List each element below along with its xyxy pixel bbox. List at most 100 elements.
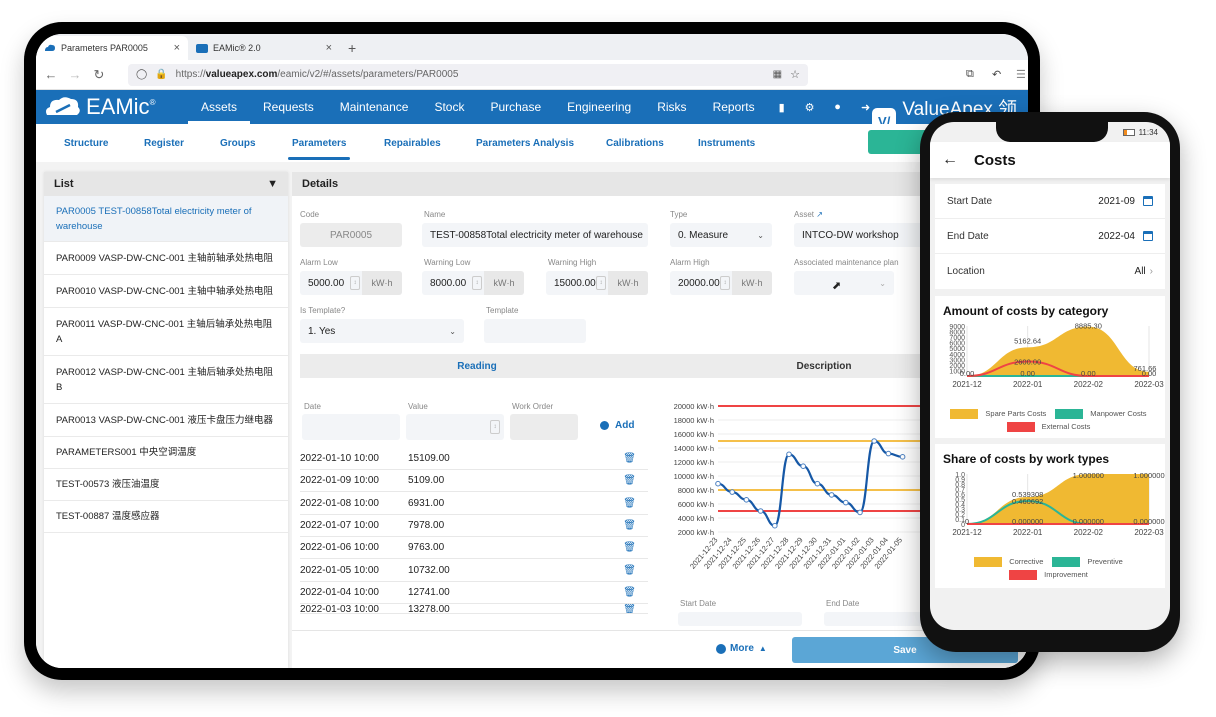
data-point[interactable] xyxy=(787,452,792,457)
browser-tab-parameters[interactable]: Parameters PAR0005 × xyxy=(36,36,188,60)
end-date-row[interactable]: End Date2022-04 xyxy=(935,219,1165,254)
list-item[interactable]: PAR0009 VASP-DW-CNC-001 主轴前轴承处热电阻 xyxy=(44,242,288,275)
start-date-row[interactable]: Start Date2021-09 xyxy=(935,184,1165,219)
trash-icon[interactable]: 🗑 xyxy=(623,542,636,553)
location-row[interactable]: LocationAll› xyxy=(935,254,1165,289)
nav-assets[interactable]: Assets xyxy=(188,90,250,124)
filter-icon[interactable]: ▼ xyxy=(267,178,278,190)
subnav-repairables[interactable]: Repairables xyxy=(384,124,441,162)
back-arrow-icon[interactable]: ← xyxy=(942,151,958,169)
add-reading-button[interactable]: Add xyxy=(600,420,634,431)
gear-icon[interactable]: ⚙ xyxy=(796,101,824,114)
user-icon[interactable]: ● xyxy=(824,101,852,113)
data-point[interactable] xyxy=(872,439,877,444)
bookmark-star-icon[interactable]: ☆ xyxy=(790,68,800,81)
external-link-icon[interactable]: ↗ xyxy=(816,210,823,219)
legend-item[interactable]: Improvement xyxy=(1009,569,1091,580)
warning-high-input[interactable]: 15000.00↕kW·h xyxy=(546,271,648,295)
data-point[interactable] xyxy=(773,523,778,528)
reading-value-input[interactable]: ↕ xyxy=(406,414,504,440)
nav-engineering[interactable]: Engineering xyxy=(554,90,644,124)
data-point[interactable] xyxy=(815,481,820,486)
plan-select[interactable]: ⌄⬈ xyxy=(794,271,894,295)
legend-item[interactable]: Spare Parts Costs xyxy=(950,408,1049,419)
template-field[interactable] xyxy=(484,319,586,343)
list-item[interactable]: PAR0012 VASP-DW-CNC-001 主轴后轴承处热电阻 B xyxy=(44,356,288,404)
browser-tab-eamic[interactable]: EAMic® 2.0 × xyxy=(188,36,340,60)
trash-icon[interactable]: 🗑 xyxy=(623,565,636,576)
forward-icon[interactable]: → xyxy=(66,67,84,82)
trash-icon[interactable]: 🗑 xyxy=(623,475,636,486)
tab-reading[interactable]: Reading xyxy=(300,354,654,378)
data-point[interactable] xyxy=(730,490,735,495)
data-point[interactable] xyxy=(801,464,806,469)
data-point[interactable] xyxy=(844,500,849,505)
legend-item[interactable]: Corrective xyxy=(974,556,1046,567)
list-item[interactable]: PAR0013 VASP-DW-CNC-001 液压卡盘压力继电器 xyxy=(44,404,288,437)
subnav-structure[interactable]: Structure xyxy=(64,124,108,162)
data-point[interactable] xyxy=(758,509,763,514)
list-item[interactable]: PAR0005 TEST-00858Total electricity mete… xyxy=(44,196,288,242)
nav-reports[interactable]: Reports xyxy=(700,90,768,124)
reload-icon[interactable]: ↻ xyxy=(90,67,108,83)
subnav-parameters-analysis[interactable]: Parameters Analysis xyxy=(476,124,574,162)
list-item[interactable]: TEST-00573 液压油温度 xyxy=(44,469,288,501)
back-icon[interactable]: ← xyxy=(42,67,60,82)
data-point[interactable] xyxy=(744,498,749,503)
warning-low-input[interactable]: 8000.00↕kW·h xyxy=(422,271,524,295)
data-point[interactable] xyxy=(829,493,834,498)
stepper-icon[interactable]: ↕ xyxy=(490,420,500,434)
asset-field[interactable]: INTCO-DW workshop xyxy=(794,223,924,247)
subnav-groups[interactable]: Groups xyxy=(220,124,256,162)
new-tab-button[interactable]: + xyxy=(340,36,364,60)
start-date-input[interactable] xyxy=(678,612,802,626)
list-item[interactable]: PARAMETERS001 中央空调温度 xyxy=(44,437,288,469)
list-item[interactable]: TEST-00887 温度感应器 xyxy=(44,501,288,533)
subnav-calibrations[interactable]: Calibrations xyxy=(606,124,664,162)
chat-icon[interactable]: ▮ xyxy=(768,101,796,114)
name-field[interactable]: TEST-00858Total electricity meter of war… xyxy=(422,223,648,247)
data-point[interactable] xyxy=(886,451,891,456)
list-item[interactable]: PAR0010 VASP-DW-CNC-001 主轴中轴承处热电阻 xyxy=(44,275,288,308)
is-template-select[interactable]: 1. Yes⌄ xyxy=(300,319,464,343)
data-point[interactable] xyxy=(716,481,721,486)
alarm-low-input[interactable]: 5000.00↕kW·h xyxy=(300,271,402,295)
legend-item[interactable]: Preventive xyxy=(1052,556,1125,567)
stepper-icon[interactable]: ↕ xyxy=(720,276,730,290)
screenshot-icon[interactable]: ⧉ xyxy=(966,68,974,81)
subnav-parameters[interactable]: Parameters xyxy=(292,124,346,162)
close-tab-icon[interactable]: × xyxy=(174,42,180,54)
subnav-instruments[interactable]: Instruments xyxy=(698,124,755,162)
reading-date-input[interactable] xyxy=(302,414,400,440)
stepper-icon[interactable]: ↕ xyxy=(472,276,482,290)
data-point[interactable] xyxy=(858,510,863,515)
data-point[interactable] xyxy=(900,455,905,460)
nav-maintenance[interactable]: Maintenance xyxy=(327,90,422,124)
trash-icon[interactable]: 🗑 xyxy=(623,604,636,614)
nav-purchase[interactable]: Purchase xyxy=(477,90,554,124)
list-item[interactable]: PAR0011 VASP-DW-CNC-001 主轴后轴承处热电阻 A xyxy=(44,308,288,356)
trash-icon[interactable]: 🗑 xyxy=(623,587,636,598)
nav-stock[interactable]: Stock xyxy=(421,90,477,124)
undo-icon[interactable]: ↶ xyxy=(992,68,1001,81)
legend-item[interactable]: Manpower Costs xyxy=(1055,408,1149,419)
nav-risks[interactable]: Risks xyxy=(644,90,699,124)
close-tab-icon[interactable]: × xyxy=(326,42,332,54)
more-button[interactable]: More▲ xyxy=(716,643,767,654)
stepper-icon[interactable]: ↕ xyxy=(350,276,360,290)
costs-by-category-card: Amount of costs by category 100020003000… xyxy=(935,296,1165,438)
trash-icon[interactable]: 🗑 xyxy=(623,520,636,531)
legend-item[interactable]: External Costs xyxy=(1007,421,1094,432)
qr-code-icon[interactable]: ▦ xyxy=(773,69,782,80)
type-select[interactable]: 0. Measure⌄ xyxy=(670,223,772,247)
subnav-register[interactable]: Register xyxy=(144,124,184,162)
url-input[interactable]: ◯ 🔒 https://valueapex.com/eamic/v2/#/ass… xyxy=(128,64,808,86)
asset-label-text: Asset xyxy=(794,210,814,219)
stepper-icon[interactable]: ↕ xyxy=(596,276,606,290)
eamic-logo[interactable]: EAMic® xyxy=(36,90,188,124)
nav-requests[interactable]: Requests xyxy=(250,90,327,124)
alarm-high-input[interactable]: 20000.00↕kW·h xyxy=(670,271,772,295)
menu-icon[interactable]: ☰ xyxy=(1016,68,1026,81)
trash-icon[interactable]: 🗑 xyxy=(623,453,636,464)
trash-icon[interactable]: 🗑 xyxy=(623,498,636,509)
